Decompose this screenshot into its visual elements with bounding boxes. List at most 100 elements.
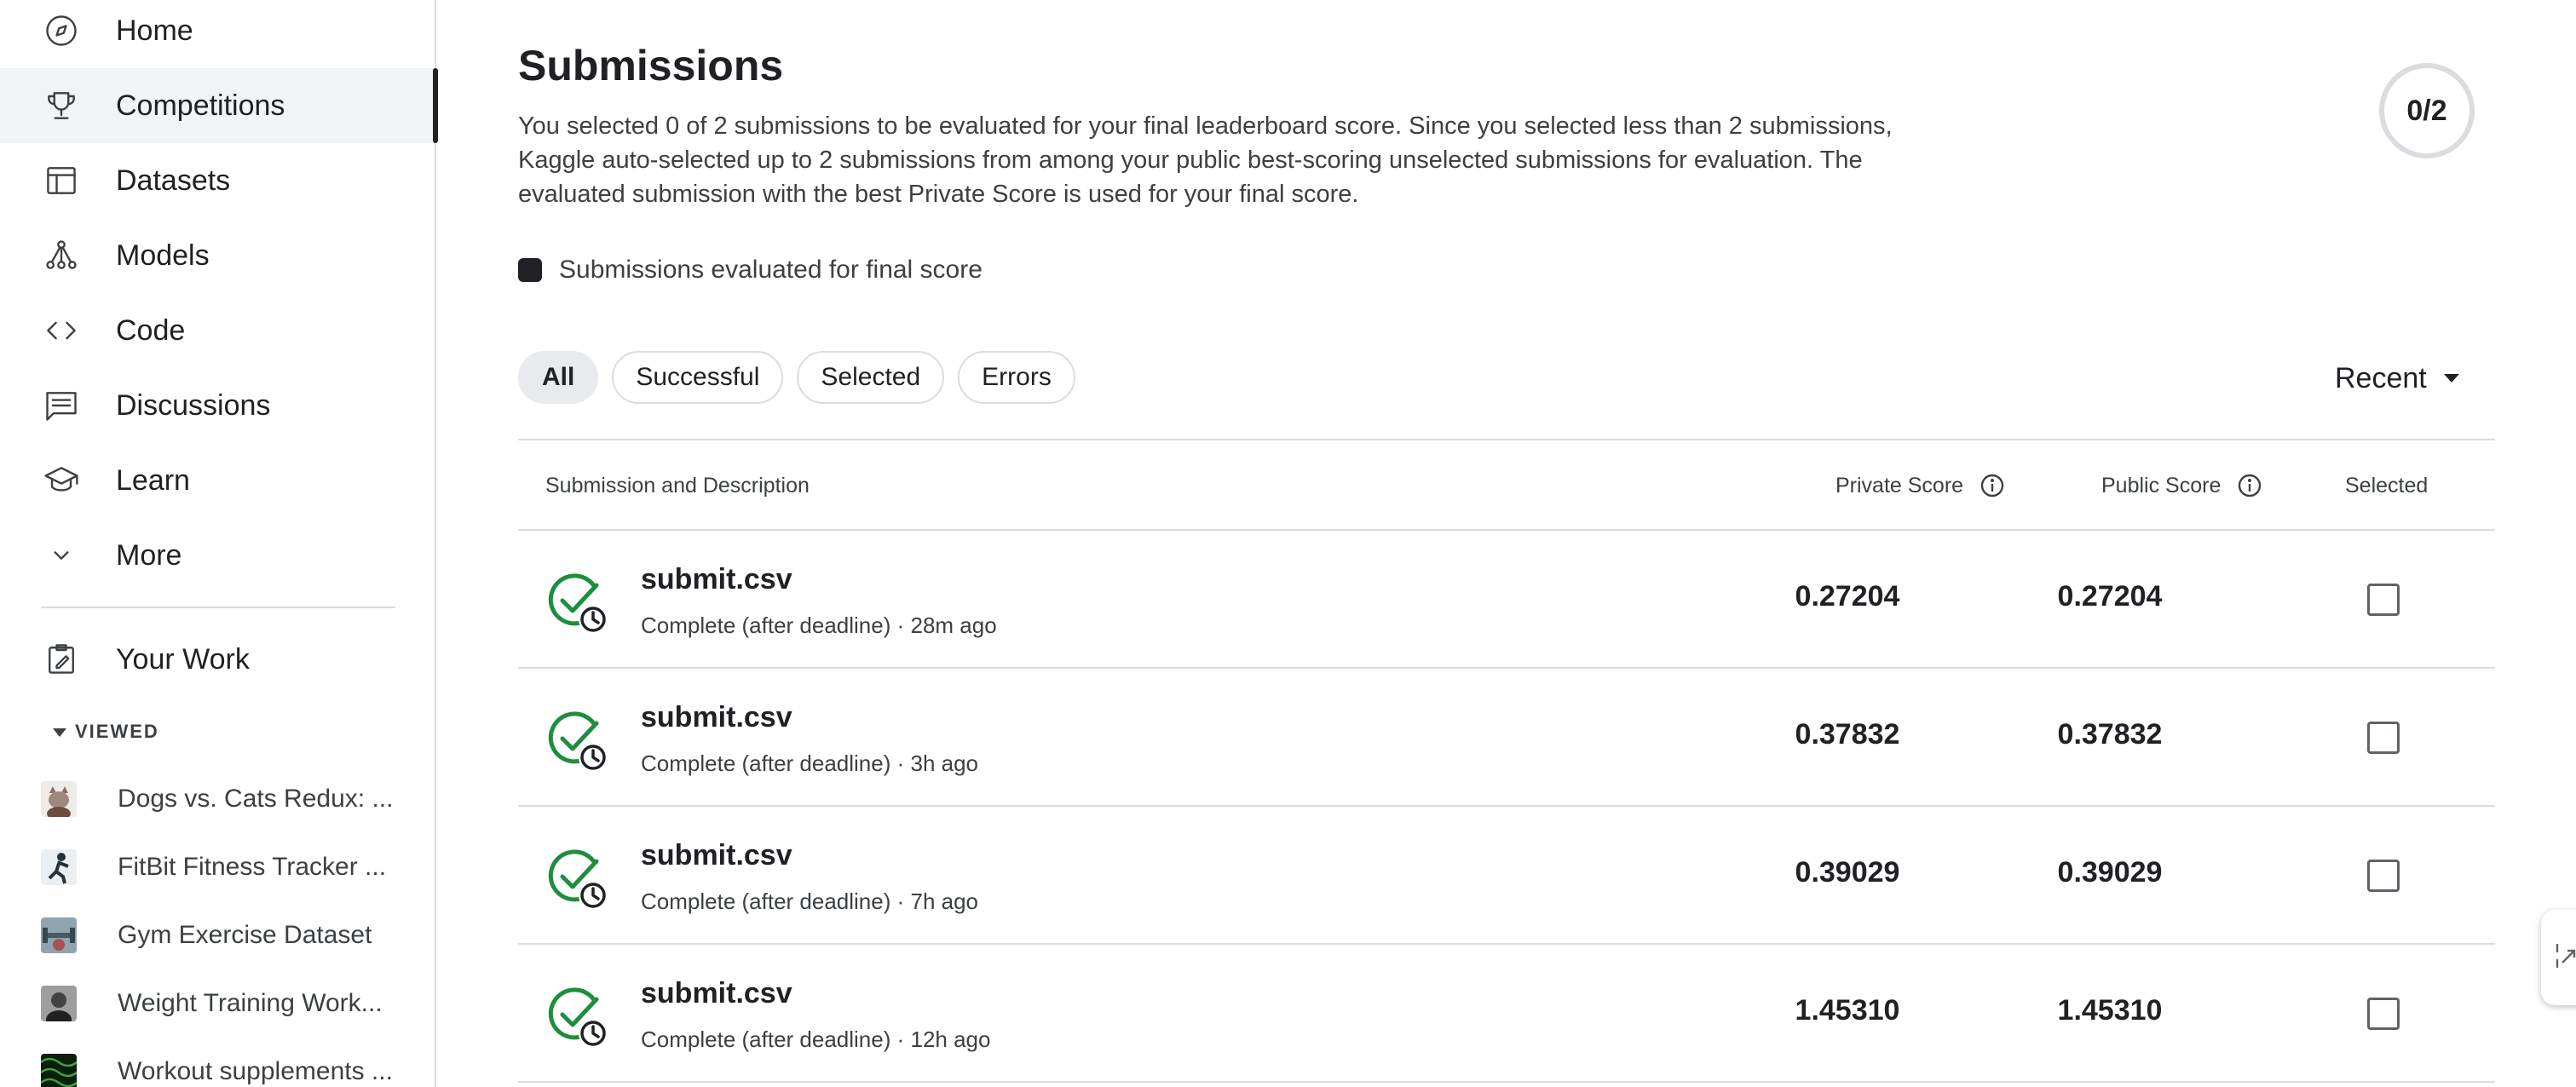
sidebar-item-label: Datasets	[116, 164, 231, 197]
sidebar-item-label: Your Work	[116, 642, 250, 676]
graduation-cap-icon	[41, 460, 82, 501]
submission-file-name[interactable]: submit.csv	[641, 839, 792, 872]
sidebar-divider	[41, 607, 395, 608]
public-score: 0.27204	[2057, 580, 2163, 613]
legend-label: Submissions evaluated for final score	[559, 256, 983, 284]
sidebar: Home Competitions Datasets Models Code D…	[0, 0, 438, 1087]
private-score: 0.39029	[1795, 856, 1900, 889]
sidebar-item-discussions[interactable]: Discussions	[0, 368, 435, 443]
sort-dropdown[interactable]: Recent	[2335, 356, 2461, 400]
sidebar-item-competitions[interactable]: Competitions	[0, 68, 438, 143]
recent-item-label: FitBit Fitness Tracker ...	[118, 853, 387, 881]
viewed-section-toggle[interactable]	[41, 716, 78, 750]
submission-file-name[interactable]: submit.csv	[641, 977, 792, 1010]
filter-chip-selected[interactable]: Selected	[797, 351, 945, 404]
sidebar-item-models[interactable]: Models	[0, 218, 435, 293]
trophy-icon	[41, 85, 82, 126]
dataset-thumbnail	[41, 1054, 77, 1087]
complete-late-status-icon	[547, 846, 608, 911]
column-header-label: Selected	[2345, 473, 2429, 497]
column-header-label: Private Score	[1835, 473, 1964, 497]
submission-file-name[interactable]: submit.csv	[641, 701, 792, 734]
sidebar-item-label: Models	[116, 239, 210, 272]
models-icon	[41, 235, 82, 276]
public-score: 1.45310	[2057, 994, 2163, 1027]
selection-counter: 0/2	[2379, 63, 2475, 158]
sidebar-item-label: Home	[116, 14, 193, 47]
filter-chips: All Successful Selected Errors	[518, 351, 1075, 404]
submissions-table: Submission and Description Private Score…	[518, 439, 2495, 1083]
main-content: Submissions You selected 0 of 2 submissi…	[436, 0, 2576, 1087]
column-header-submission: Submission and Description	[545, 440, 810, 531]
dataset-thumbnail	[41, 917, 77, 953]
submission-file-name[interactable]: submit.csv	[641, 563, 792, 596]
private-score: 0.37832	[1795, 718, 1900, 751]
private-score: 1.45310	[1795, 994, 1900, 1027]
dataset-thumbnail	[41, 781, 77, 817]
code-icon	[41, 310, 82, 351]
recent-item[interactable]: Weight Training Work...	[0, 969, 435, 1038]
sidebar-item-datasets[interactable]: Datasets	[0, 143, 435, 218]
public-score: 0.39029	[2057, 856, 2163, 889]
table-row[interactable]: submit.csv Complete (after deadline) · 3…	[518, 669, 2495, 807]
chevron-down-icon	[41, 535, 82, 576]
submission-status: Complete (after deadline) · 28m ago	[641, 613, 997, 638]
table-header: Submission and Description Private Score…	[518, 439, 2495, 531]
submission-status: Complete (after deadline) · 12h ago	[641, 1027, 991, 1052]
table-row[interactable]: submit.csv Complete (after deadline) · 1…	[518, 945, 2495, 1083]
sidebar-item-code[interactable]: Code	[0, 293, 435, 368]
filter-chip-all[interactable]: All	[518, 351, 599, 404]
select-checkbox[interactable]	[2367, 998, 2400, 1030]
sidebar-item-label: Code	[116, 313, 186, 347]
caret-down-icon	[41, 716, 78, 750]
select-checkbox[interactable]	[2367, 584, 2400, 616]
feedback-side-tab[interactable]	[2541, 910, 2576, 1005]
discussion-icon	[41, 385, 82, 426]
select-checkbox[interactable]	[2367, 860, 2400, 892]
complete-late-status-icon	[547, 570, 608, 635]
recent-item[interactable]: FitBit Fitness Tracker ...	[0, 833, 435, 901]
sidebar-item-label: Discussions	[116, 388, 271, 422]
sidebar-item-label: Competitions	[116, 89, 285, 122]
column-header-selected: Selected	[2345, 440, 2428, 531]
recent-item[interactable]: Gym Exercise Dataset	[0, 901, 435, 969]
sidebar-item-label: Learn	[116, 463, 190, 497]
sidebar-item-label: More	[116, 538, 182, 572]
recent-item-label: Gym Exercise Dataset	[118, 921, 372, 949]
column-header-label: Submission and Description	[545, 473, 810, 497]
recent-item[interactable]: Workout supplements ...	[0, 1038, 435, 1087]
sidebar-item-home[interactable]: Home	[0, 0, 435, 68]
column-header-private-score: Private Score	[1835, 440, 2006, 531]
complete-late-status-icon	[547, 984, 608, 1049]
sidebar-item-more[interactable]: More	[0, 518, 435, 593]
sidebar-item-your-work[interactable]: Your Work	[0, 622, 435, 697]
sidebar-item-learn[interactable]: Learn	[0, 443, 435, 518]
caret-down-icon	[2442, 372, 2461, 384]
dataset-thumbnail	[41, 849, 77, 885]
submission-status: Complete (after deadline) · 3h ago	[641, 751, 979, 776]
column-header-label: Public Score	[2101, 473, 2222, 497]
recent-item[interactable]: Dogs vs. Cats Redux: ...	[0, 765, 435, 833]
table-icon	[41, 160, 82, 201]
viewed-section-label: VIEWED	[75, 721, 159, 742]
table-row[interactable]: submit.csv Complete (after deadline) · 2…	[518, 531, 2495, 669]
select-checkbox[interactable]	[2367, 722, 2400, 754]
complete-late-status-icon	[547, 708, 608, 773]
collapse-panel-icon	[2554, 940, 2576, 975]
filter-chip-errors[interactable]: Errors	[958, 351, 1075, 404]
filter-chip-successful[interactable]: Successful	[612, 351, 784, 404]
recent-item-label: Workout supplements ...	[118, 1057, 393, 1085]
clipboard-edit-icon	[41, 639, 82, 680]
column-header-public-score: Public Score	[2101, 440, 2263, 531]
private-score: 0.27204	[1795, 580, 1900, 613]
legend-swatch	[518, 258, 542, 282]
info-icon[interactable]	[2236, 472, 2263, 499]
info-icon[interactable]	[1979, 472, 2006, 499]
compass-icon	[41, 10, 82, 51]
legend: Submissions evaluated for final score	[518, 256, 983, 285]
public-score: 0.37832	[2057, 718, 2163, 751]
sort-label: Recent	[2335, 361, 2427, 394]
page-title: Submissions	[518, 42, 784, 89]
recent-item-label: Weight Training Work...	[118, 989, 383, 1017]
table-row[interactable]: submit.csv Complete (after deadline) · 7…	[518, 807, 2495, 945]
